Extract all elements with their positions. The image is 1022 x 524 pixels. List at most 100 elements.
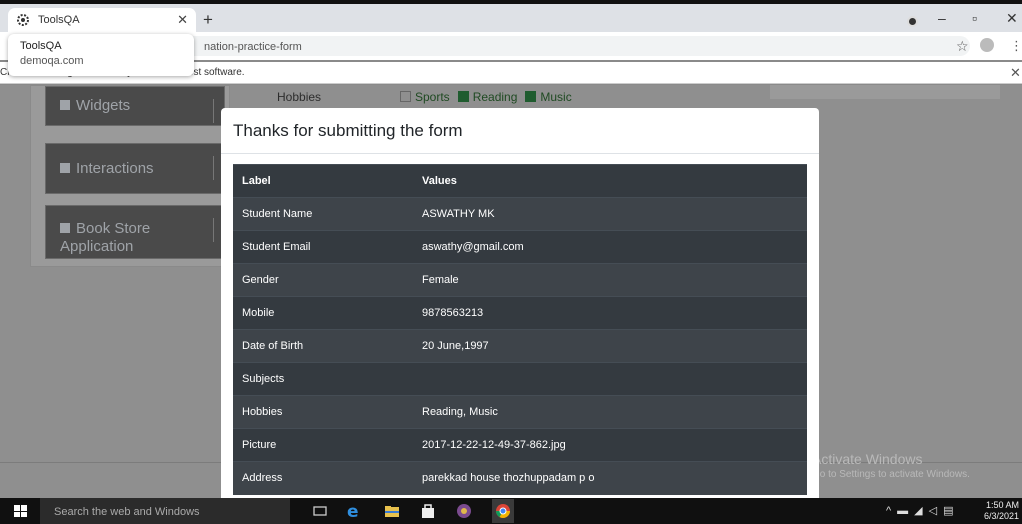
task-view-icon[interactable]	[312, 503, 328, 519]
checkbox-music[interactable]	[525, 91, 537, 102]
row-value: aswathy@gmail.com	[413, 230, 807, 264]
tab-close-icon[interactable]: ✕	[177, 12, 188, 28]
row-value: ASWATHY MK	[413, 197, 807, 231]
hobbies-label: Hobbies	[277, 90, 322, 104]
infobar-close-icon[interactable]: ✕	[1010, 65, 1021, 81]
row-label: Mobile	[233, 296, 413, 330]
right-panel	[770, 85, 1000, 99]
tab-title: ToolsQA	[38, 14, 80, 26]
widgets-icon	[60, 100, 70, 110]
taskbar-clock[interactable]: 1:50 AM 6/3/2021	[984, 500, 1019, 522]
column-header-values: Values	[413, 164, 807, 198]
browser-tab[interactable]: ToolsQA ✕	[8, 8, 196, 32]
modal-header: Thanks for submitting the form	[221, 108, 819, 154]
file-explorer-icon[interactable]	[384, 503, 400, 519]
network-icon[interactable]: ▬	[897, 505, 914, 517]
row-value: 20 June,1997	[413, 329, 807, 363]
volume-icon[interactable]: ◁	[929, 505, 943, 517]
table-row: Hobbies Reading, Music	[233, 395, 807, 429]
svg-text:e: e	[347, 503, 359, 519]
row-value	[413, 362, 807, 396]
hover-card-domain: demoqa.com	[20, 55, 84, 67]
row-label: Student Name	[233, 197, 413, 231]
url-text[interactable]: nation-practice-form	[204, 41, 302, 53]
row-label: Address	[233, 461, 413, 495]
hobby-music[interactable]: Music	[525, 90, 572, 104]
left-nav-panel: Widgets Interactions Book Store Applicat…	[30, 85, 230, 267]
table-row: Student Name ASWATHY MK	[233, 197, 807, 231]
tab-hover-card: ToolsQA demoqa.com	[8, 34, 194, 76]
interactions-icon	[60, 163, 70, 173]
search-placeholder: Search the web and Windows	[54, 506, 200, 518]
nav-group-book-store[interactable]: Book Store Application	[45, 205, 225, 259]
row-label: Subjects	[233, 362, 413, 396]
watermark-line2: Go to Settings to activate Windows.	[812, 469, 970, 480]
table-row: Student Email aswathy@gmail.com	[233, 230, 807, 264]
browser-tabstrip: ToolsQA ✕ + – ▫ ✕	[0, 0, 1022, 32]
chrome-profile-icon[interactable]	[907, 16, 918, 27]
minimize-button[interactable]: –	[938, 10, 946, 26]
row-label: Gender	[233, 263, 413, 297]
table-row: Picture 2017-12-22-12-49-37-862.jpg	[233, 428, 807, 462]
menu-kebab-icon[interactable]: ⋮	[1010, 38, 1022, 54]
hobby-label: Sports	[415, 90, 450, 104]
table-row: Subjects	[233, 362, 807, 396]
watermark-line1: Activate Windows	[812, 451, 923, 467]
hover-card-title: ToolsQA	[20, 40, 62, 52]
wifi-icon[interactable]: ◢	[914, 505, 928, 517]
table-row: Address parekkad house thozhuppadam p o	[233, 461, 807, 495]
column-header-label: Label	[233, 164, 413, 198]
store-icon[interactable]	[420, 503, 436, 519]
hobbies-options: Sports Reading Music	[400, 90, 572, 104]
row-label: Date of Birth	[233, 329, 413, 363]
row-value: 2017-12-22-12-49-37-862.jpg	[413, 428, 807, 462]
row-value: Female	[413, 263, 807, 297]
row-value: 9878563213	[413, 296, 807, 330]
submission-modal: Thanks for submitting the form Label Val…	[221, 108, 819, 500]
row-label: Picture	[233, 428, 413, 462]
start-windows-icon[interactable]	[14, 505, 27, 517]
row-label: Student Email	[233, 230, 413, 264]
submission-table: Label Values Student Name ASWATHY MK Stud…	[233, 164, 807, 495]
edge-browser-icon[interactable]: e	[346, 502, 362, 522]
nav-group-label: Book Store Application	[60, 220, 151, 255]
table-header-row: Label Values	[233, 164, 807, 198]
table-row: Gender Female	[233, 263, 807, 297]
activate-windows-watermark: Activate Windows Go to Settings to activ…	[812, 451, 970, 480]
hobby-sports[interactable]: Sports	[400, 90, 450, 104]
row-label: Hobbies	[233, 395, 413, 429]
divider	[213, 218, 214, 242]
divider	[213, 156, 214, 180]
table-row: Date of Birth 20 June,1997	[233, 329, 807, 363]
book-store-icon	[60, 223, 70, 233]
checkbox-reading[interactable]	[457, 91, 469, 102]
nav-group-label: Interactions	[76, 160, 154, 177]
divider	[213, 99, 214, 123]
account-avatar-icon[interactable]	[980, 38, 994, 52]
clock-date: 6/3/2021	[984, 511, 1020, 521]
clock-time: 1:50 AM	[986, 500, 1020, 510]
modal-title: Thanks for submitting the form	[233, 121, 463, 140]
table-row: Mobile 9878563213	[233, 296, 807, 330]
new-tab-button[interactable]: +	[203, 10, 213, 30]
checkbox-sports[interactable]	[400, 91, 411, 102]
hobby-label: Reading	[472, 90, 518, 104]
app-icon[interactable]	[456, 503, 472, 519]
close-window-button[interactable]: ✕	[1006, 10, 1018, 27]
row-value: parekkad house thozhuppadam p o	[413, 461, 807, 495]
chrome-taskbar-icon[interactable]	[492, 499, 514, 523]
hobby-reading[interactable]: Reading	[457, 90, 518, 104]
bookmark-star-icon[interactable]: ☆	[956, 38, 969, 55]
maximize-button[interactable]: ▫	[972, 10, 977, 26]
hobby-label: Music	[540, 90, 572, 104]
nav-group-interactions[interactable]: Interactions	[45, 143, 225, 194]
windows-taskbar: Search the web and Windows e ^▬◢◁▤ 1:50 …	[0, 498, 1022, 524]
taskbar-search-box[interactable]: Search the web and Windows	[40, 498, 290, 524]
system-tray[interactable]: ^▬◢◁▤	[886, 504, 960, 517]
nav-group-widgets[interactable]: Widgets	[45, 86, 225, 126]
row-value: Reading, Music	[413, 395, 807, 429]
nav-group-label: Widgets	[76, 97, 131, 114]
toolsqa-favicon-icon	[16, 13, 30, 27]
notifications-icon[interactable]: ▤	[943, 505, 959, 517]
chevron-up-icon[interactable]: ^	[886, 505, 897, 517]
